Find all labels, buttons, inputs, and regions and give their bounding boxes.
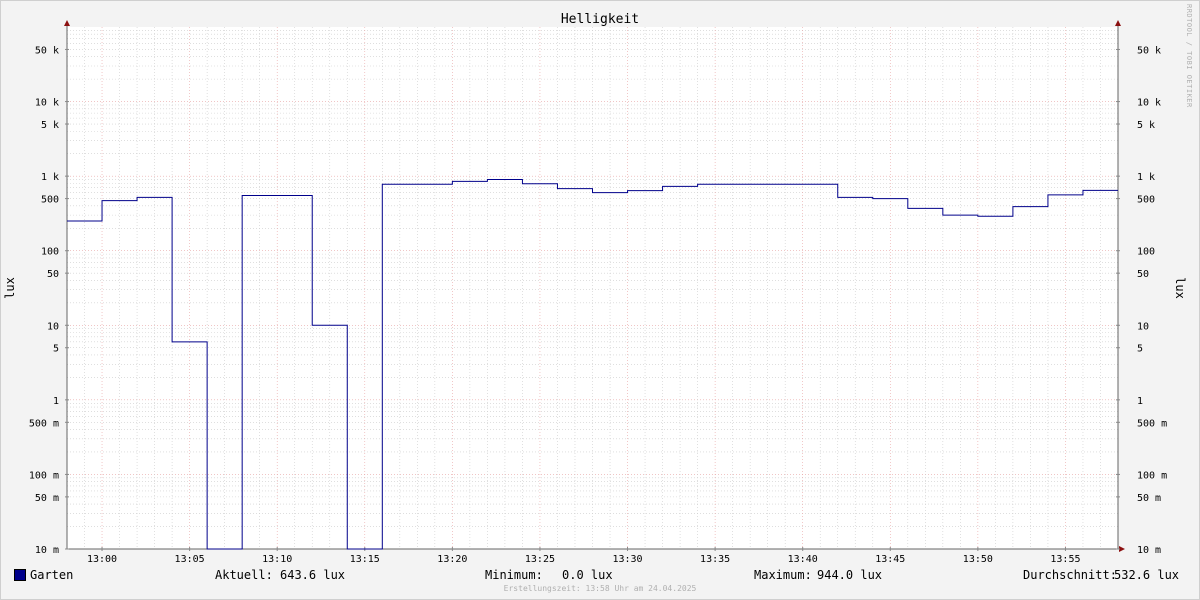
y-tick-label-left: 10 — [47, 321, 59, 332]
legend-current-label: Aktuell: — [215, 568, 273, 582]
y-tick-label-left: 1 k — [41, 172, 59, 183]
y-tick-label-left: 500 — [41, 195, 59, 206]
x-tick-label: 13:00 — [87, 554, 117, 565]
y-tick-label-left: 10 k — [35, 98, 59, 109]
y-tick-label-left: 5 k — [41, 120, 59, 131]
watermark: RRDTOOL / TOBI OETIKER — [1185, 4, 1193, 108]
x-tick-label: 13:45 — [875, 554, 905, 565]
y-tick-label-right: 1 — [1137, 396, 1143, 407]
chart-title: Helligkeit — [561, 12, 639, 27]
legend-swatch — [14, 569, 26, 581]
y-tick-label-left: 10 m — [35, 545, 59, 556]
y-tick-label-left: 50 k — [35, 45, 59, 56]
y-tick-label-left: 1 — [53, 396, 59, 407]
y-tick-label-right: 50 m — [1137, 493, 1161, 504]
y-tick-label-right: 10 m — [1137, 545, 1161, 556]
brightness-chart: 10 m 10 m 50 m 50 m 100 m 100 m 500 m 500 m 1 1 5 5… — [3, 12, 1187, 565]
y-tick-label-right: 50 — [1137, 269, 1149, 280]
y-tick-label-left: 100 m — [29, 470, 59, 481]
y-tick-label-right: 10 k — [1137, 98, 1161, 109]
y-axis-label-left: lux — [3, 277, 17, 299]
x-tick-label: 13:50 — [963, 554, 993, 565]
x-tick-label: 13:30 — [612, 554, 642, 565]
x-tick-label: 13:20 — [437, 554, 467, 565]
legend-max-label: Maximum: — [754, 568, 812, 582]
y-tick-label-left: 100 — [41, 247, 59, 258]
legend-avg-label: Durchschnitt: — [1023, 568, 1117, 582]
x-tick-label: 13:25 — [525, 554, 555, 565]
y-tick-label-right: 100 m — [1137, 470, 1167, 481]
x-tick-label: 13:40 — [788, 554, 818, 565]
y-tick-label-left: 50 — [47, 269, 59, 280]
y-tick-label-right: 5 — [1137, 344, 1143, 355]
legend-min-label: Minimum: — [485, 568, 543, 582]
legend-min-value: 0.0 lux — [562, 568, 613, 582]
y-tick-label-left: 5 — [53, 344, 59, 355]
x-tick-label: 13:15 — [350, 554, 380, 565]
y-tick-label-right: 1 k — [1137, 172, 1155, 183]
y-axis-label-right: lux — [1173, 277, 1187, 299]
x-tick-label: 13:05 — [175, 554, 205, 565]
y-tick-label-left: 50 m — [35, 493, 59, 504]
y-axis-arrow-left — [64, 20, 70, 26]
y-tick-label-left: 500 m — [29, 418, 59, 429]
legend-series-name: Garten — [30, 568, 74, 582]
x-tick-label: 13:35 — [700, 554, 730, 565]
y-tick-label-right: 10 — [1137, 321, 1149, 332]
legend-max-value: 944.0 lux — [817, 568, 883, 582]
y-tick-label-right: 5 k — [1137, 120, 1155, 131]
y-tick-label-right: 500 — [1137, 195, 1155, 206]
legend-current-value: 643.6 lux — [280, 568, 346, 582]
legend-avg-value: 532.6 lux — [1114, 568, 1180, 582]
y-tick-label-right: 100 — [1137, 247, 1155, 258]
y-tick-label-right: 500 m — [1137, 418, 1167, 429]
x-tick-label: 13:55 — [1050, 554, 1080, 565]
footer-timestamp: Erstellungszeit: 13:58 Uhr am 24.04.2025 — [503, 584, 697, 593]
x-tick-label: 13:10 — [262, 554, 292, 565]
y-tick-label-right: 50 k — [1137, 45, 1161, 56]
y-axis-arrow-right — [1115, 20, 1121, 26]
